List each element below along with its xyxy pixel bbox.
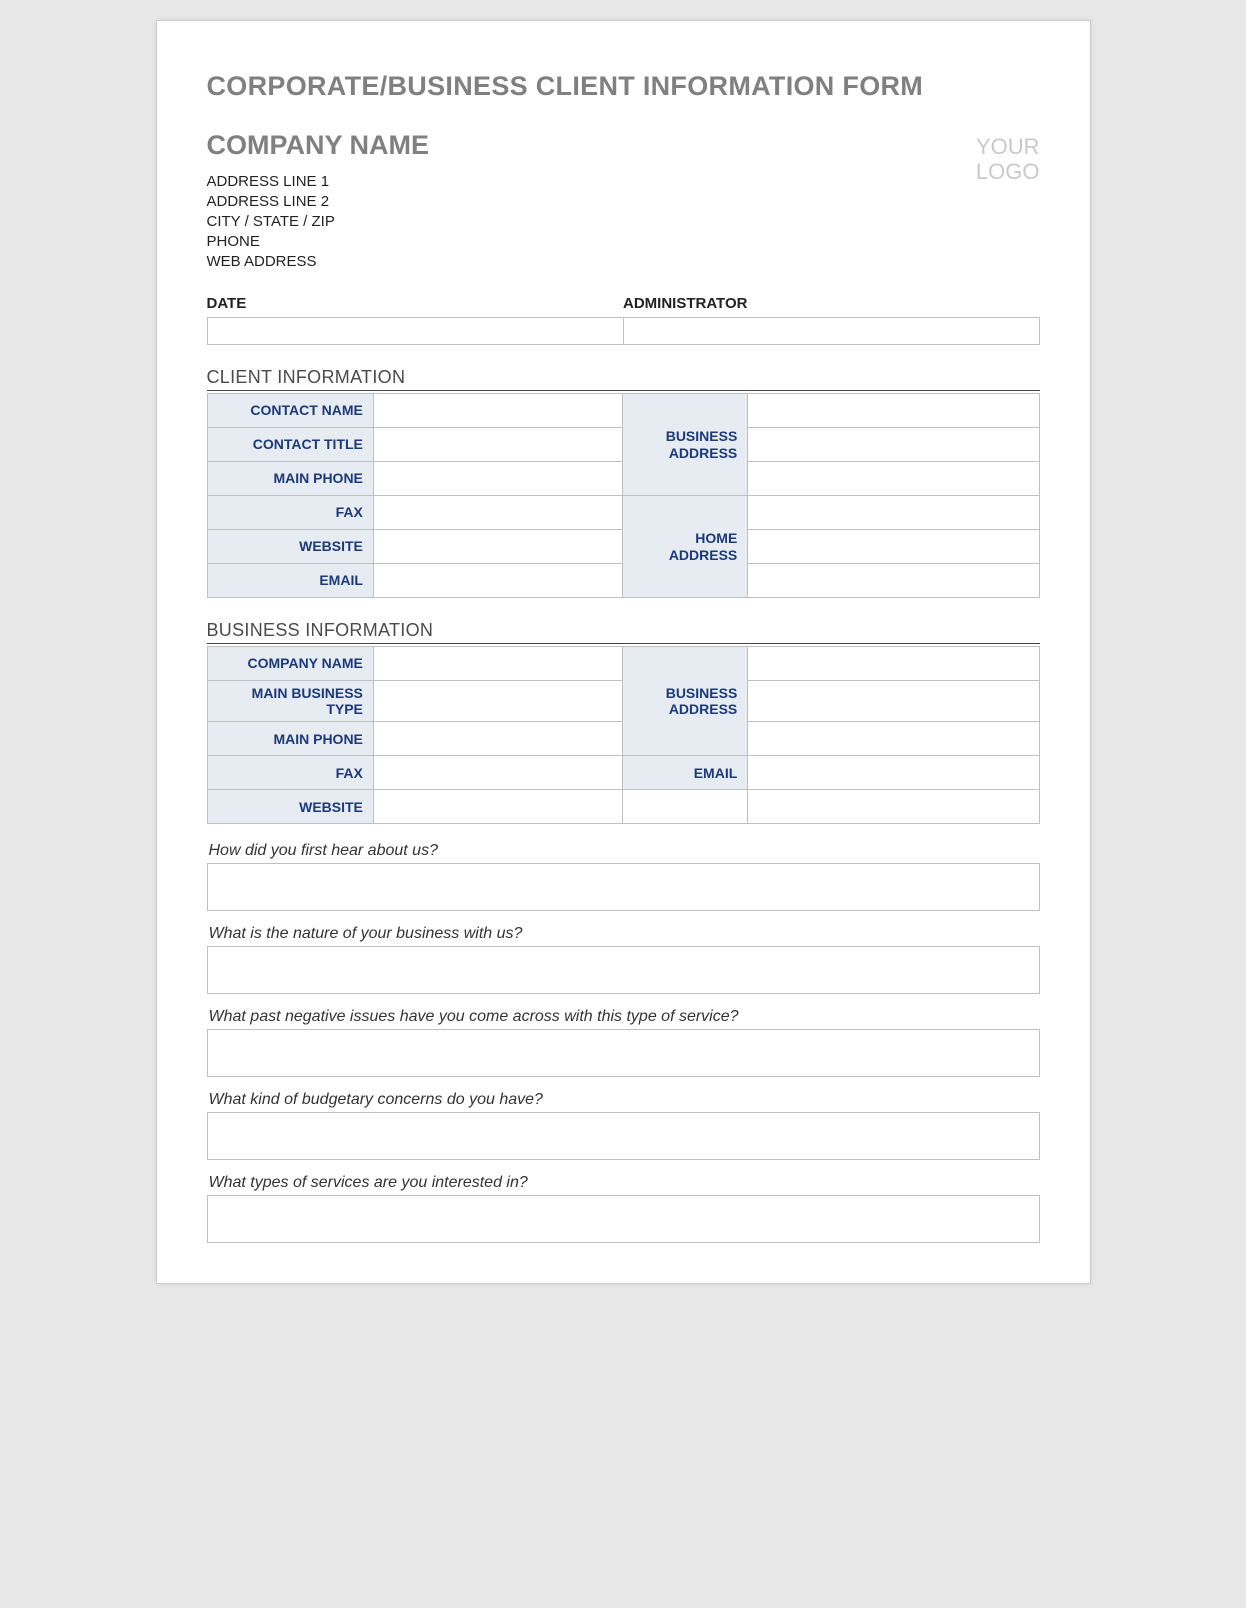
input-biz-address-3[interactable] <box>748 722 1039 756</box>
label-home-address: HOME ADDRESS <box>623 496 748 598</box>
label-email: EMAIL <box>207 564 373 598</box>
input-email[interactable] <box>373 564 623 598</box>
label-biz-email: EMAIL <box>623 756 748 790</box>
business-info-heading: BUSINESS INFORMATION <box>207 620 1040 644</box>
date-input[interactable] <box>208 318 624 344</box>
label-contact-title: CONTACT TITLE <box>207 428 373 462</box>
input-contact-name[interactable] <box>373 394 623 428</box>
label-biz-business-address: BUSINESS ADDRESS <box>623 647 748 756</box>
input-main-phone[interactable] <box>373 462 623 496</box>
input-home-address-3[interactable] <box>748 564 1039 598</box>
input-biz-fax[interactable] <box>373 756 623 790</box>
city-state-zip: CITY / STATE / ZIP <box>207 213 430 230</box>
question-5-input[interactable] <box>207 1195 1040 1243</box>
label-main-phone: MAIN PHONE <box>207 462 373 496</box>
document-page: CORPORATE/BUSINESS CLIENT INFORMATION FO… <box>156 20 1091 1284</box>
logo-line1: YOUR <box>976 134 1040 159</box>
web-line: WEB ADDRESS <box>207 253 430 270</box>
input-website[interactable] <box>373 530 623 564</box>
input-biz-main-phone[interactable] <box>373 722 623 756</box>
input-business-address-3[interactable] <box>748 462 1039 496</box>
administrator-label: ADMINISTRATOR <box>623 295 747 312</box>
input-main-business-type[interactable] <box>373 681 623 722</box>
question-5-label: What types of services are you intereste… <box>209 1174 1040 1192</box>
question-2-input[interactable] <box>207 946 1040 994</box>
label-biz-fax: FAX <box>207 756 373 790</box>
question-2-label: What is the nature of your business with… <box>209 925 1040 943</box>
label-main-business-type: MAIN BUSINESS TYPE <box>207 681 373 722</box>
blank-cell-2 <box>748 790 1039 824</box>
input-biz-website[interactable] <box>373 790 623 824</box>
administrator-input[interactable] <box>624 318 1039 344</box>
date-admin-row <box>207 317 1040 345</box>
label-company-name: COMPANY NAME <box>207 647 373 681</box>
address-line-2: ADDRESS LINE 2 <box>207 193 430 210</box>
client-info-heading: CLIENT INFORMATION <box>207 367 1040 391</box>
label-contact-name: CONTACT NAME <box>207 394 373 428</box>
phone-line: PHONE <box>207 233 430 250</box>
input-business-address-1[interactable] <box>748 394 1039 428</box>
blank-cell-1 <box>623 790 748 824</box>
input-business-address-2[interactable] <box>748 428 1039 462</box>
input-home-address-1[interactable] <box>748 496 1039 530</box>
input-company-name[interactable] <box>373 647 623 681</box>
label-business-address: BUSINESS ADDRESS <box>623 394 748 496</box>
question-3-input[interactable] <box>207 1029 1040 1077</box>
label-fax: FAX <box>207 496 373 530</box>
label-biz-website: WEBSITE <box>207 790 373 824</box>
question-4-input[interactable] <box>207 1112 1040 1160</box>
question-3-label: What past negative issues have you come … <box>209 1008 1040 1026</box>
date-label: DATE <box>207 295 247 312</box>
input-biz-email[interactable] <box>748 756 1039 790</box>
company-header: COMPANY NAME ADDRESS LINE 1 ADDRESS LINE… <box>207 130 430 273</box>
address-line-1: ADDRESS LINE 1 <box>207 173 430 190</box>
question-1-label: How did you first hear about us? <box>209 842 1040 860</box>
input-fax[interactable] <box>373 496 623 530</box>
business-info-table: COMPANY NAME BUSINESS ADDRESS MAIN BUSIN… <box>207 646 1040 824</box>
label-website: WEBSITE <box>207 530 373 564</box>
client-info-table: CONTACT NAME BUSINESS ADDRESS CONTACT TI… <box>207 393 1040 598</box>
question-4-label: What kind of budgetary concerns do you h… <box>209 1091 1040 1109</box>
form-title: CORPORATE/BUSINESS CLIENT INFORMATION FO… <box>207 71 1040 102</box>
input-biz-address-1[interactable] <box>748 647 1039 681</box>
input-biz-address-2[interactable] <box>748 681 1039 722</box>
logo-placeholder: YOUR LOGO <box>976 130 1040 185</box>
input-home-address-2[interactable] <box>748 530 1039 564</box>
label-biz-main-phone: MAIN PHONE <box>207 722 373 756</box>
logo-line2: LOGO <box>976 159 1040 184</box>
company-name: COMPANY NAME <box>207 130 430 161</box>
input-contact-title[interactable] <box>373 428 623 462</box>
question-1-input[interactable] <box>207 863 1040 911</box>
